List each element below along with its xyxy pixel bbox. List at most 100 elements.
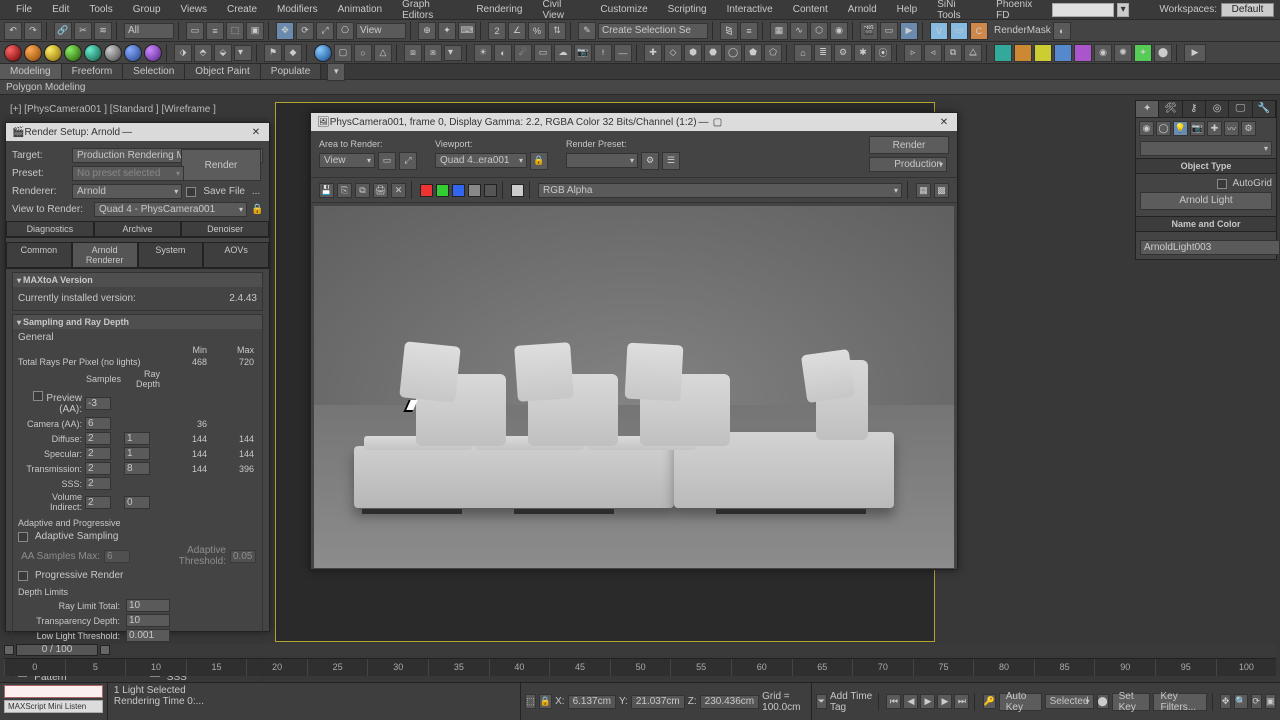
t1-icon[interactable]: ✚ — [644, 44, 662, 62]
channel-combo[interactable]: RGB Alpha — [538, 183, 902, 198]
col9-icon[interactable]: ⬤ — [1154, 44, 1172, 62]
named-sel-edit-icon[interactable]: ✎ — [578, 22, 596, 40]
viewtorender-combo[interactable]: Quad 4 - PhysCamera001 — [94, 202, 247, 217]
sampling-rollout[interactable]: Sampling and Ray Depth — [13, 315, 262, 329]
material-editor-icon[interactable]: ◉ — [830, 22, 848, 40]
hierarchy-tab-icon[interactable]: ⚷ — [1183, 101, 1206, 117]
light-sky-icon[interactable]: ☁ — [554, 44, 572, 62]
col4-icon[interactable] — [1054, 44, 1072, 62]
t15-icon[interactable]: ⧉ — [944, 44, 962, 62]
align-icon[interactable]: ≡ — [740, 22, 758, 40]
select-name-icon[interactable]: ≡ — [206, 22, 224, 40]
rendered-frame-icon[interactable]: ▭ — [880, 22, 898, 40]
t6-icon[interactable]: ⬟ — [744, 44, 762, 62]
schematic-view-icon[interactable]: ⬡ — [810, 22, 828, 40]
col1-icon[interactable] — [994, 44, 1012, 62]
t10-icon[interactable]: ⚙ — [834, 44, 852, 62]
col8-icon[interactable]: ✦ — [1134, 44, 1152, 62]
viewport-combo[interactable]: Quad 4..era001 — [435, 153, 527, 168]
col3-icon[interactable] — [1034, 44, 1052, 62]
system-tab-icon[interactable]: ⚙ — [1241, 121, 1256, 136]
sphere-prim[interactable] — [314, 44, 332, 62]
rfw-minimize-icon[interactable]: — — [697, 117, 711, 128]
dropdown-prim[interactable]: ▾ — [444, 45, 462, 61]
render-setup-icon[interactable]: 🎬 — [860, 22, 878, 40]
user-login-dropdown[interactable]: ▾ — [1117, 3, 1130, 17]
rfw-render-button[interactable]: Render — [869, 136, 949, 154]
nav-pan-icon[interactable]: ✥ — [1220, 694, 1231, 709]
transmission-samples[interactable]: 2 — [85, 462, 111, 475]
keyboard-icon[interactable]: ⌨ — [458, 22, 476, 40]
material-grey[interactable] — [104, 44, 122, 62]
channel-mono[interactable] — [484, 184, 497, 197]
menu-grapheditors[interactable]: Graph Editors — [392, 0, 466, 23]
arnold-light-button[interactable]: Arnold Light — [1140, 192, 1272, 210]
tool-c-icon[interactable]: ⬙ — [214, 44, 232, 62]
viewtorender-lock-icon[interactable]: 🔒 — [251, 204, 263, 215]
coord-x[interactable]: 6.137cm — [568, 695, 616, 709]
t2-icon[interactable]: ◇ — [664, 44, 682, 62]
specular-samples[interactable]: 2 — [85, 447, 111, 460]
camera-tab-icon[interactable]: 📷 — [1190, 121, 1205, 136]
addtimetag[interactable]: Add Time Tag — [830, 691, 873, 713]
tab-system[interactable]: System — [138, 242, 204, 268]
setkey-button[interactable]: Set Key — [1112, 693, 1151, 711]
col5-icon[interactable] — [1074, 44, 1092, 62]
t8-icon[interactable]: ⌂ — [794, 44, 812, 62]
maxscript-input[interactable] — [4, 685, 103, 698]
material-red[interactable] — [4, 44, 22, 62]
menu-create[interactable]: Create — [217, 2, 267, 17]
ribbon-tab-populate[interactable]: Populate — [261, 64, 321, 79]
menu-tools[interactable]: Tools — [79, 2, 122, 17]
category-combo[interactable] — [1140, 141, 1272, 156]
selection-filter[interactable]: All — [124, 23, 174, 39]
cone-prim-icon[interactable]: △ — [374, 44, 392, 62]
progressive-chk[interactable] — [18, 571, 28, 581]
menu-civilview[interactable]: Civil View — [532, 0, 590, 23]
transp-val[interactable]: 10 — [126, 614, 170, 627]
col2-icon[interactable] — [1014, 44, 1032, 62]
rendermask-icon[interactable]: ◐ — [1053, 22, 1071, 40]
redo-icon[interactable]: ↷ — [24, 22, 42, 40]
area-autoregion-icon[interactable]: ⤢ — [399, 152, 417, 170]
rfw-prod-combo[interactable]: Production — [869, 157, 947, 172]
light-spot-icon[interactable]: ◐ — [494, 44, 512, 62]
menu-views[interactable]: Views — [171, 2, 218, 17]
area-combo[interactable]: View — [319, 153, 375, 168]
corona-icon[interactable]: C — [970, 22, 988, 40]
material-blue[interactable] — [124, 44, 142, 62]
utilities-tab-icon[interactable]: 🔧 — [1253, 101, 1276, 117]
nav-orbit-icon[interactable]: ⟳ — [1251, 694, 1262, 709]
t4-icon[interactable]: ⬣ — [704, 44, 722, 62]
close-icon[interactable]: ✕ — [249, 127, 263, 138]
unlink-icon[interactable]: ✂ — [74, 22, 92, 40]
snap-2d-icon[interactable]: 2 — [488, 22, 506, 40]
pivot-icon[interactable]: ⊕ — [418, 22, 436, 40]
curve-editor-icon[interactable]: ∿ — [790, 22, 808, 40]
key-mode-icon[interactable]: 🔑 — [983, 694, 996, 709]
channel-b[interactable] — [452, 184, 465, 197]
time-ruler[interactable]: 0510152025303540455055606570758085909510… — [4, 658, 1276, 676]
window-crossing-icon[interactable]: ▣ — [246, 22, 264, 40]
volind-samples[interactable]: 2 — [85, 496, 111, 509]
channel-g[interactable] — [436, 184, 449, 197]
mirror-icon[interactable]: ⧎ — [720, 22, 738, 40]
t14-icon[interactable]: ◃ — [924, 44, 942, 62]
nav-zoom-icon[interactable]: 🔍 — [1234, 694, 1247, 709]
render-canvas[interactable] — [314, 206, 954, 568]
tape-icon[interactable]: — — [614, 44, 632, 62]
copy-image-icon[interactable]: ⎘ — [337, 183, 352, 198]
menu-arnold[interactable]: Arnold — [838, 2, 887, 17]
t12-icon[interactable]: ⦿ — [874, 44, 892, 62]
link-icon[interactable]: 🔗 — [54, 22, 72, 40]
col7-icon[interactable]: ✺ — [1114, 44, 1132, 62]
coord-y[interactable]: 21.037cm — [631, 695, 685, 709]
isolate-icon[interactable]: ⬚ — [525, 694, 536, 709]
keyfilters-button[interactable]: Key Filters... — [1153, 693, 1206, 711]
tool-a-icon[interactable]: ⬗ — [174, 44, 192, 62]
diffuse-depth[interactable]: 1 — [124, 432, 150, 445]
light-direct-icon[interactable]: ☄ — [514, 44, 532, 62]
snap-spinner-icon[interactable]: ⇅ — [548, 22, 566, 40]
clone-fb-icon[interactable]: ⧉ — [355, 183, 370, 198]
motion-tab-icon[interactable]: ◎ — [1206, 101, 1229, 117]
